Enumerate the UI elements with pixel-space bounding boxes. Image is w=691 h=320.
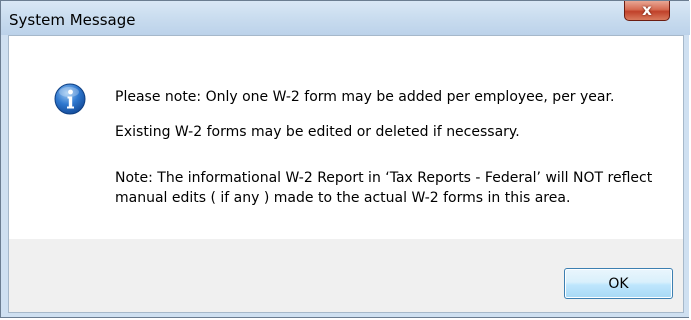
message-area: Please note: Only one W-2 form may be ad… [9,36,683,239]
dialog-content: Please note: Only one W-2 form may be ad… [8,35,684,313]
info-icon [54,83,86,115]
ok-button[interactable]: OK [564,268,673,299]
message-line-2: Existing W-2 forms may be edited or dele… [115,124,520,140]
button-bar: OK [9,239,683,312]
message-line-1: Please note: Only one W-2 form may be ad… [115,89,615,105]
system-message-dialog: System Message x Please note: Only one W… [0,0,690,318]
message-line-3: Note: The informational W-2 Report in ‘T… [115,170,653,206]
close-icon: x [642,1,652,19]
close-button[interactable]: x [624,1,670,21]
dialog-title: System Message [9,11,136,29]
title-bar[interactable]: System Message x [1,1,690,35]
